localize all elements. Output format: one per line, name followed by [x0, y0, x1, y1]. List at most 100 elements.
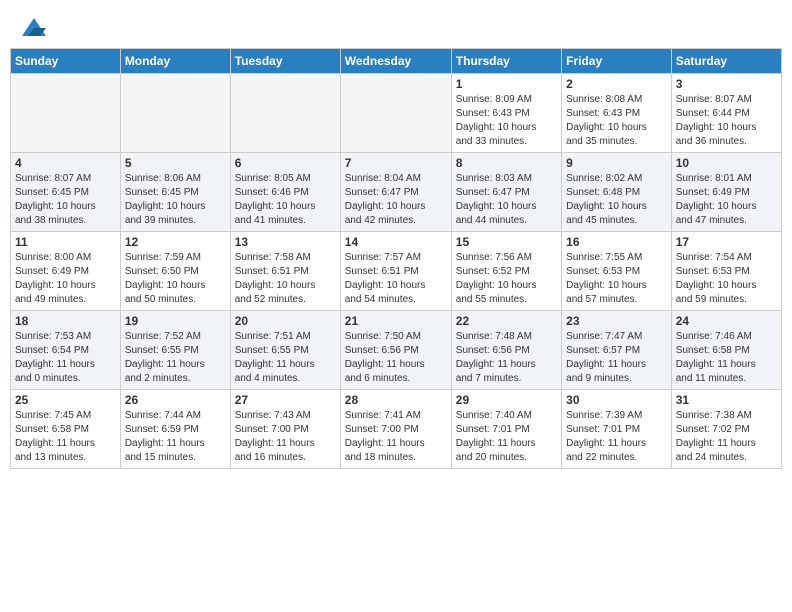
day-info: Sunrise: 7:48 AM Sunset: 6:56 PM Dayligh… — [456, 330, 557, 386]
calendar-cell: 26 Sunrise: 7:44 AM Sunset: 6:59 PM Dayli… — [120, 390, 230, 469]
day-number: 26 — [125, 393, 226, 407]
day-info: Sunrise: 8:08 AM Sunset: 6:43 PM Dayligh… — [566, 93, 667, 149]
calendar-cell: 11 Sunrise: 8:00 AM Sunset: 6:49 PM Dayli… — [11, 232, 121, 311]
calendar-cell: 5 Sunrise: 8:06 AM Sunset: 6:45 PM Daylig… — [120, 153, 230, 232]
calendar-table: SundayMondayTuesdayWednesdayThursdayFrid… — [10, 48, 782, 469]
day-number: 22 — [456, 314, 557, 328]
day-number: 20 — [235, 314, 336, 328]
day-info: Sunrise: 8:07 AM Sunset: 6:45 PM Dayligh… — [15, 172, 116, 228]
day-number: 24 — [676, 314, 777, 328]
day-number: 1 — [456, 77, 557, 91]
calendar-week-row: 18 Sunrise: 7:53 AM Sunset: 6:54 PM Dayli… — [11, 311, 782, 390]
day-number: 8 — [456, 156, 557, 170]
logo — [18, 14, 48, 36]
calendar-cell: 20 Sunrise: 7:51 AM Sunset: 6:55 PM Dayli… — [230, 311, 340, 390]
day-number: 7 — [345, 156, 447, 170]
calendar-cell: 8 Sunrise: 8:03 AM Sunset: 6:47 PM Daylig… — [451, 153, 561, 232]
day-info: Sunrise: 7:43 AM Sunset: 7:00 PM Dayligh… — [235, 409, 336, 465]
day-info: Sunrise: 8:04 AM Sunset: 6:47 PM Dayligh… — [345, 172, 447, 228]
calendar-week-row: 4 Sunrise: 8:07 AM Sunset: 6:45 PM Daylig… — [11, 153, 782, 232]
page-header — [10, 10, 782, 40]
day-info: Sunrise: 7:54 AM Sunset: 6:53 PM Dayligh… — [676, 251, 777, 307]
day-number: 11 — [15, 235, 116, 249]
calendar-cell — [120, 74, 230, 153]
calendar-week-row: 1 Sunrise: 8:09 AM Sunset: 6:43 PM Daylig… — [11, 74, 782, 153]
calendar-cell: 10Sunrise: 8:01 AM Sunset: 6:49 PM Dayli… — [671, 153, 781, 232]
day-info: Sunrise: 7:51 AM Sunset: 6:55 PM Dayligh… — [235, 330, 336, 386]
calendar-cell: 28 Sunrise: 7:41 AM Sunset: 7:00 PM Dayli… — [340, 390, 451, 469]
day-info: Sunrise: 8:02 AM Sunset: 6:48 PM Dayligh… — [566, 172, 667, 228]
day-number: 15 — [456, 235, 557, 249]
day-number: 5 — [125, 156, 226, 170]
day-number: 18 — [15, 314, 116, 328]
calendar-cell: 30 Sunrise: 7:39 AM Sunset: 7:01 PM Dayli… — [562, 390, 672, 469]
day-info: Sunrise: 7:38 AM Sunset: 7:02 PM Dayligh… — [676, 409, 777, 465]
day-number: 23 — [566, 314, 667, 328]
logo-icon — [20, 14, 48, 42]
day-number: 30 — [566, 393, 667, 407]
calendar-cell: 21 Sunrise: 7:50 AM Sunset: 6:56 PM Dayli… — [340, 311, 451, 390]
day-info: Sunrise: 7:55 AM Sunset: 6:53 PM Dayligh… — [566, 251, 667, 307]
calendar-cell: 16Sunrise: 7:55 AM Sunset: 6:53 PM Dayli… — [562, 232, 672, 311]
day-info: Sunrise: 7:53 AM Sunset: 6:54 PM Dayligh… — [15, 330, 116, 386]
day-number: 14 — [345, 235, 447, 249]
calendar-cell: 9 Sunrise: 8:02 AM Sunset: 6:48 PM Daylig… — [562, 153, 672, 232]
calendar-cell: 14 Sunrise: 7:57 AM Sunset: 6:51 PM Dayli… — [340, 232, 451, 311]
day-info: Sunrise: 7:56 AM Sunset: 6:52 PM Dayligh… — [456, 251, 557, 307]
day-number: 31 — [676, 393, 777, 407]
day-header-friday: Friday — [562, 49, 672, 74]
day-number: 4 — [15, 156, 116, 170]
day-header-sunday: Sunday — [11, 49, 121, 74]
day-info: Sunrise: 7:57 AM Sunset: 6:51 PM Dayligh… — [345, 251, 447, 307]
day-info: Sunrise: 7:39 AM Sunset: 7:01 PM Dayligh… — [566, 409, 667, 465]
day-info: Sunrise: 8:09 AM Sunset: 6:43 PM Dayligh… — [456, 93, 557, 149]
calendar-cell: 7 Sunrise: 8:04 AM Sunset: 6:47 PM Daylig… — [340, 153, 451, 232]
calendar-cell: 15 Sunrise: 7:56 AM Sunset: 6:52 PM Dayli… — [451, 232, 561, 311]
calendar-cell — [11, 74, 121, 153]
day-info: Sunrise: 7:45 AM Sunset: 6:58 PM Dayligh… — [15, 409, 116, 465]
day-number: 17 — [676, 235, 777, 249]
day-number: 28 — [345, 393, 447, 407]
calendar-cell: 27Sunrise: 7:43 AM Sunset: 7:00 PM Dayli… — [230, 390, 340, 469]
day-number: 29 — [456, 393, 557, 407]
calendar-cell: 25Sunrise: 7:45 AM Sunset: 6:58 PM Dayli… — [11, 390, 121, 469]
calendar-cell: 29 Sunrise: 7:40 AM Sunset: 7:01 PM Dayli… — [451, 390, 561, 469]
calendar-cell: 17 Sunrise: 7:54 AM Sunset: 6:53 PM Dayli… — [671, 232, 781, 311]
day-info: Sunrise: 7:40 AM Sunset: 7:01 PM Dayligh… — [456, 409, 557, 465]
calendar-cell: 22 Sunrise: 7:48 AM Sunset: 6:56 PM Dayli… — [451, 311, 561, 390]
day-number: 3 — [676, 77, 777, 91]
day-info: Sunrise: 7:59 AM Sunset: 6:50 PM Dayligh… — [125, 251, 226, 307]
calendar-cell: 1 Sunrise: 8:09 AM Sunset: 6:43 PM Daylig… — [451, 74, 561, 153]
day-info: Sunrise: 7:46 AM Sunset: 6:58 PM Dayligh… — [676, 330, 777, 386]
day-info: Sunrise: 7:58 AM Sunset: 6:51 PM Dayligh… — [235, 251, 336, 307]
day-info: Sunrise: 7:52 AM Sunset: 6:55 PM Dayligh… — [125, 330, 226, 386]
day-info: Sunrise: 8:03 AM Sunset: 6:47 PM Dayligh… — [456, 172, 557, 228]
calendar-cell: 12 Sunrise: 7:59 AM Sunset: 6:50 PM Dayli… — [120, 232, 230, 311]
day-header-tuesday: Tuesday — [230, 49, 340, 74]
day-number: 12 — [125, 235, 226, 249]
day-info: Sunrise: 8:07 AM Sunset: 6:44 PM Dayligh… — [676, 93, 777, 149]
calendar-cell: 3 Sunrise: 8:07 AM Sunset: 6:44 PM Daylig… — [671, 74, 781, 153]
day-info: Sunrise: 7:50 AM Sunset: 6:56 PM Dayligh… — [345, 330, 447, 386]
day-info: Sunrise: 8:00 AM Sunset: 6:49 PM Dayligh… — [15, 251, 116, 307]
calendar-cell — [340, 74, 451, 153]
day-info: Sunrise: 8:06 AM Sunset: 6:45 PM Dayligh… — [125, 172, 226, 228]
calendar-cell: 2 Sunrise: 8:08 AM Sunset: 6:43 PM Daylig… — [562, 74, 672, 153]
day-number: 2 — [566, 77, 667, 91]
calendar-week-row: 11 Sunrise: 8:00 AM Sunset: 6:49 PM Dayli… — [11, 232, 782, 311]
day-header-monday: Monday — [120, 49, 230, 74]
day-number: 13 — [235, 235, 336, 249]
day-info: Sunrise: 7:44 AM Sunset: 6:59 PM Dayligh… — [125, 409, 226, 465]
day-number: 21 — [345, 314, 447, 328]
calendar-cell: 6Sunrise: 8:05 AM Sunset: 6:46 PM Daylig… — [230, 153, 340, 232]
day-number: 19 — [125, 314, 226, 328]
day-number: 9 — [566, 156, 667, 170]
day-header-wednesday: Wednesday — [340, 49, 451, 74]
day-header-saturday: Saturday — [671, 49, 781, 74]
day-header-thursday: Thursday — [451, 49, 561, 74]
day-number: 10 — [676, 156, 777, 170]
day-info: Sunrise: 7:41 AM Sunset: 7:00 PM Dayligh… — [345, 409, 447, 465]
calendar-week-row: 25Sunrise: 7:45 AM Sunset: 6:58 PM Dayli… — [11, 390, 782, 469]
calendar-cell: 31 Sunrise: 7:38 AM Sunset: 7:02 PM Dayli… — [671, 390, 781, 469]
calendar-cell: 13 Sunrise: 7:58 AM Sunset: 6:51 PM Dayli… — [230, 232, 340, 311]
